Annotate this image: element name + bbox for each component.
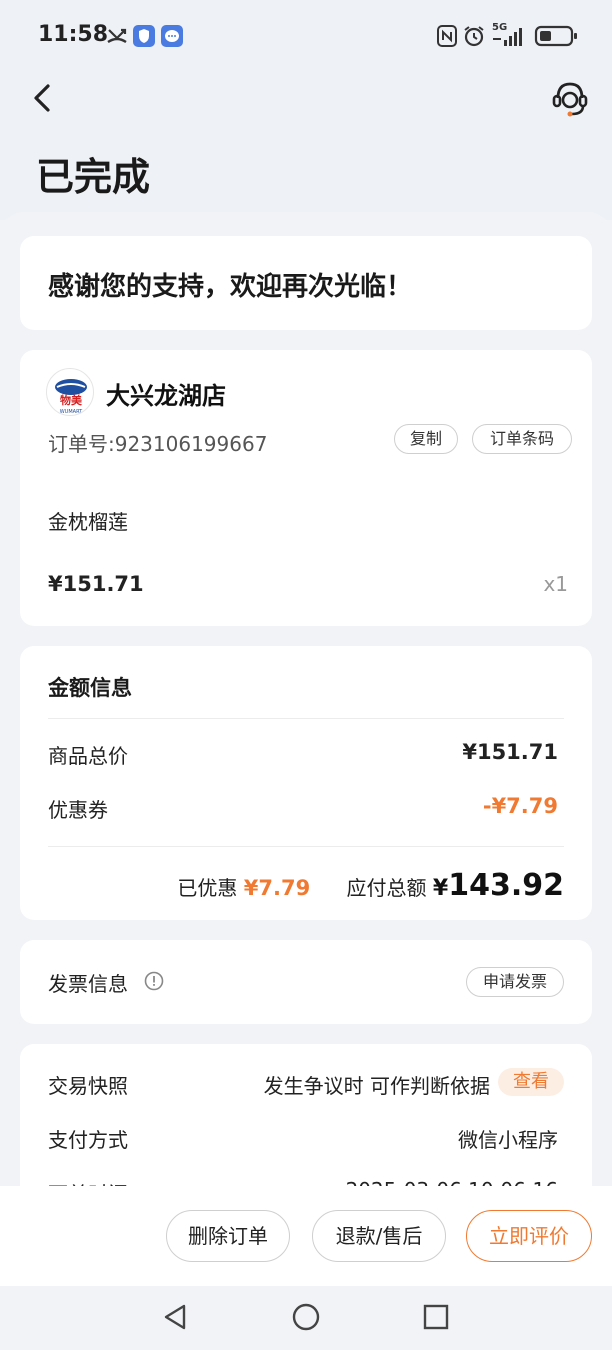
product-name[interactable]: 金枕榴莲 [48,506,128,535]
discount-value: ¥7.79 [243,876,311,900]
order-time-label: 下单时间 [48,1178,128,1186]
store-order-card: 物美 WUMART 大兴龙湖店 订单号:923106199667 复制 订单条码… [20,350,592,626]
coupon-label: 优惠券 [48,798,108,822]
status-time: 11:58 [38,22,109,47]
total-currency: ¥ [432,876,449,901]
payment-method-label: 支付方式 [48,1128,128,1152]
subtotal-value: ¥151.71 [462,740,558,764]
store-name: 大兴龙湖店 [106,382,226,410]
amount-info-title: 金额信息 [48,676,132,700]
system-nav-bar [0,1286,612,1350]
divider [48,718,564,719]
message-app-icon [161,25,183,47]
nav-back-icon[interactable] [160,1302,190,1332]
battery-icon [534,25,577,47]
product-price: ¥151.71 [48,572,144,596]
discount-label: 已优惠 [177,876,238,900]
back-arrow-icon[interactable] [26,80,62,116]
security-app-icon [133,25,155,47]
order-barcode-button[interactable]: 订单条码 [472,424,572,454]
nfc-icon [437,25,457,47]
write-review-button[interactable]: 立即评价 [466,1210,592,1262]
snapshot-label: 交易快照 [48,1074,128,1098]
total-summary: 已优惠 ¥7.79 应付总额 ¥143.92 [177,868,564,903]
order-number: 订单号:923106199667 [48,432,268,456]
page-header: 已完成 [0,70,612,220]
apply-invoice-button[interactable]: 申请发票 [466,967,564,997]
copy-order-button[interactable]: 复制 [394,424,458,454]
total-value: 143.92 [448,868,564,903]
amount-info-card: 金额信息 商品总价 ¥151.71 优惠券 -¥7.79 已优惠 ¥7.79 应… [20,646,592,920]
coupon-value: -¥7.79 [482,794,558,818]
info-icon[interactable] [144,971,164,991]
nav-home-icon[interactable] [291,1302,321,1332]
delete-order-button[interactable]: 删除订单 [166,1210,290,1262]
order-details-card: 交易快照 发生争议时 可作判断依据 查看 支付方式 微信小程序 下单时间 202… [20,1044,592,1186]
invoice-label: 发票信息 [48,972,128,996]
status-bar: 11:58 5G [0,0,612,70]
order-detail-scroll[interactable]: 感谢您的支持，欢迎再次光临！ 物美 WUMART 大兴龙湖店 订单号:92310… [0,212,612,1186]
customer-service-icon[interactable] [550,78,590,118]
store-logo-subtext: WUMART [60,409,83,415]
store-logo: 物美 WUMART [46,368,94,416]
subtotal-label: 商品总价 [48,744,128,768]
signal-icon [493,28,522,46]
wumart-logo-icon: 物美 WUMART [55,379,87,415]
thanks-card: 感谢您的支持，欢迎再次光临！ [20,236,592,330]
snapshot-description: 发生争议时 可作判断依据 [263,1074,490,1098]
divider [48,846,564,847]
view-snapshot-button[interactable]: 查看 [498,1068,564,1096]
invoice-card: 发票信息 申请发票 [20,940,592,1024]
product-quantity: x1 [543,572,568,596]
nav-recents-icon[interactable] [421,1302,451,1332]
total-label: 应付总额 [346,876,427,900]
alarm-icon [464,26,484,47]
order-time-value: 2025-03-06 10:06:16 [346,1178,558,1186]
thanks-message: 感谢您的支持，欢迎再次光临！ [48,272,413,302]
bottom-action-bar: 删除订单 退款/售后 立即评价 [0,1186,612,1286]
store-logo-text: 物美 [60,393,83,407]
missed-call-icon [107,28,127,44]
refund-aftersale-button[interactable]: 退款/售后 [312,1210,446,1262]
page-title: 已完成 [36,155,151,199]
payment-method-value: 微信小程序 [458,1128,558,1152]
